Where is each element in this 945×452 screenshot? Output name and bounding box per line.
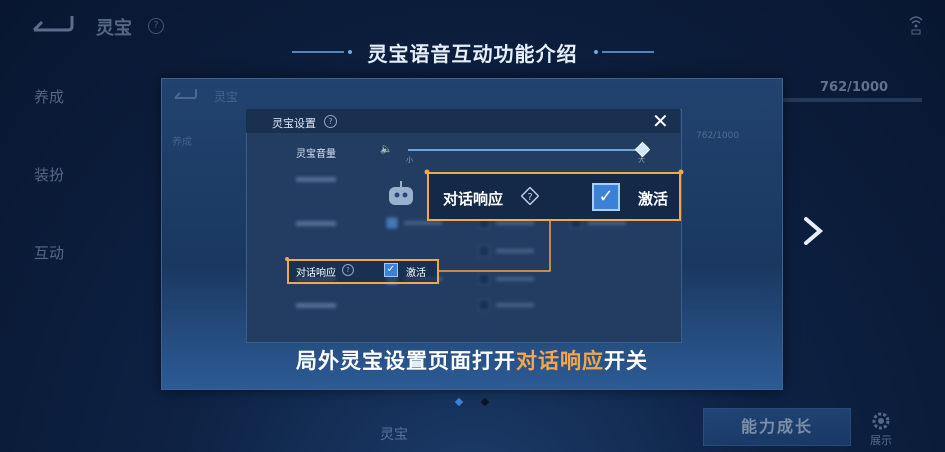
wifi-icon [909,16,923,35]
pager-dot-2[interactable] [480,397,490,407]
slide-caption: 局外灵宝设置页面打开对话响应开关 [162,345,782,375]
callout-label: 对话响应 [443,190,504,208]
caption-suffix: 开关 [604,349,648,373]
back-icon[interactable] [28,12,74,36]
score-max: 1000 [851,80,889,95]
sidebar-item-interact[interactable]: 互动 [34,242,64,263]
score-bar [782,98,922,102]
callout-checkbox[interactable]: ✓ [592,183,620,211]
ability-growth-button[interactable]: 能力成长 [703,408,851,446]
help-icon[interactable]: ? [148,18,164,34]
show-label: 展示 [870,434,892,447]
callout-help-icon[interactable]: ? [521,187,539,205]
background-title: 灵宝 [96,18,132,39]
bottom-lingbao-label: 灵宝 [380,427,408,443]
sidebar-item-cultivate[interactable]: 养成 [34,86,64,107]
tutorial-slide: 灵宝 养成 762/1000 灵宝设置 ? ✕ 灵宝音量 🔈 小 大 对话响应 … [161,78,783,390]
next-arrow-icon[interactable] [800,216,826,246]
score-value: 762 [820,80,848,95]
title-decoration-right [594,50,654,54]
pager-dots [454,397,490,407]
callout-connector [285,169,684,272]
callout-help-glyph: ? [527,192,532,203]
pager-dot-1[interactable] [454,397,464,407]
caption-prefix: 局外灵宝设置页面打开 [296,349,516,373]
sidebar-item-dressup[interactable]: 装扮 [34,164,64,185]
score-readout: 762/1000 [820,80,889,95]
gear-icon[interactable] [870,410,892,432]
callout-status: 激活 [638,190,669,208]
page-title: 灵宝语音互动功能介绍 [367,42,578,66]
caption-highlight: 对话响应 [516,349,604,373]
